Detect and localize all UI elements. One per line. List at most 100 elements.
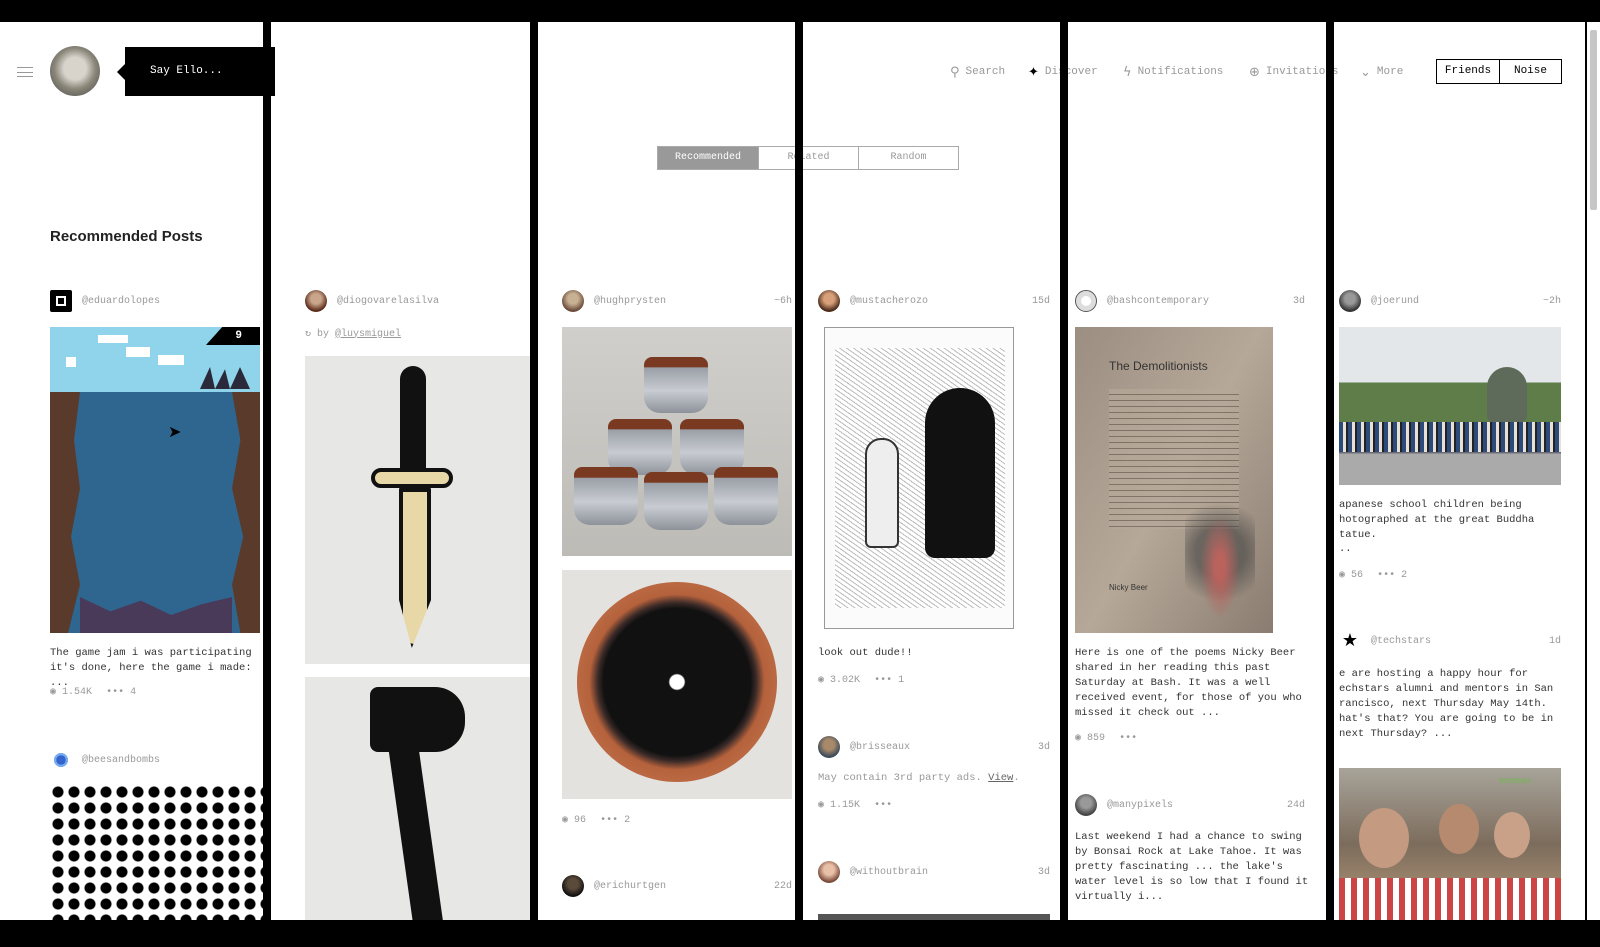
post-time: 1d: [1548, 635, 1561, 647]
ad-notice: May contain 3rd party ads. View.: [818, 772, 1020, 784]
user-avatar: [562, 290, 584, 312]
post-header[interactable]: @manypixels 24d: [1075, 794, 1313, 816]
comments-button[interactable]: •••: [874, 800, 892, 811]
page-scrollbar[interactable]: [1587, 22, 1600, 920]
username: @manypixels: [1107, 799, 1174, 811]
view-ad-link[interactable]: View: [988, 772, 1013, 784]
post-header[interactable]: @brisseaux 3d: [818, 736, 1050, 758]
comments-count[interactable]: ••• 2: [1377, 570, 1407, 581]
column-divider: [1326, 22, 1334, 920]
poem-author: Nicky Beer: [1109, 583, 1148, 592]
post-text: e are hosting a happy hour for echstars …: [1339, 668, 1554, 740]
views-count[interactable]: ◉ 1.54K: [50, 686, 92, 698]
user-avatar: [305, 290, 327, 312]
post-image-bowl[interactable]: [562, 570, 792, 799]
views-count[interactable]: ◉ 859: [1075, 732, 1105, 744]
comments-button[interactable]: •••: [1119, 733, 1137, 744]
cursor-icon: ➤: [168, 422, 182, 441]
eye-icon: ◉: [1075, 733, 1082, 744]
post-header[interactable]: ★ @techstars 1d: [1339, 630, 1561, 652]
username: @beesandbombs: [82, 754, 161, 766]
dots-icon: •••: [1119, 732, 1138, 744]
post-column-4: @mustacherozo 15d look out dude!! ◉ 3.02…: [818, 22, 1050, 920]
repost-icon: ↻: [305, 329, 312, 340]
post-header[interactable]: @beesandbombs: [50, 749, 263, 771]
comments-count[interactable]: ••• 1: [874, 675, 904, 686]
views-count[interactable]: ◉ 96: [562, 814, 586, 826]
post-meta: ◉ 3.02K ••• 1: [818, 674, 904, 687]
post-meta: ◉ 1.15K •••: [818, 799, 892, 812]
comments-count[interactable]: ••• 4: [106, 687, 136, 698]
username: @eduardolopes: [82, 295, 161, 307]
post-image-pattern[interactable]: [50, 784, 263, 920]
post-header[interactable]: @hughprysten ~6h: [562, 290, 792, 312]
username: @diogovarelasilva: [337, 295, 440, 307]
views-count[interactable]: ◉ 56: [1339, 569, 1363, 581]
user-avatar: [818, 736, 840, 758]
user-avatar: [562, 875, 584, 897]
post-image-illustration[interactable]: [824, 327, 1014, 629]
repost-user-link[interactable]: @luysmiguel: [335, 329, 401, 340]
post-image-buddha[interactable]: [1339, 327, 1561, 485]
post-image-poem[interactable]: The Demolitionists Nicky Beer: [1075, 327, 1273, 633]
read-more-link[interactable]: ..: [1339, 542, 1352, 557]
post-image-techstars[interactable]: techstars: [1339, 768, 1561, 920]
views-count[interactable]: ◉ 3.02K: [818, 674, 860, 686]
post-time: 24d: [1286, 799, 1305, 811]
repost-line: ↻ by @luysmiguel: [305, 328, 401, 341]
post-time: 3d: [1292, 295, 1305, 307]
post-column-5: @bashcontemporary 3d The Demolitionists …: [1075, 22, 1313, 920]
column-divider: [263, 22, 271, 920]
post-time: 22d: [773, 880, 792, 892]
username: @joerund: [1371, 295, 1420, 307]
user-avatar: [1339, 290, 1361, 312]
user-avatar: [50, 749, 72, 771]
scrollbar-thumb[interactable]: [1590, 30, 1597, 210]
post-column-6: @joerund ~2h apanese school children bei…: [1339, 22, 1561, 920]
eye-icon: ◉: [818, 675, 825, 686]
dots-icon: •••: [1377, 569, 1396, 581]
star-icon: ★: [1339, 630, 1361, 652]
techstars-photo-label: techstars: [1499, 776, 1532, 785]
dots-icon: •••: [874, 674, 893, 686]
post-image-cups[interactable]: [562, 327, 792, 556]
post-header[interactable]: @joerund ~2h: [1339, 290, 1561, 312]
post-text: Here is one of the poems Nicky Beer shar…: [1075, 647, 1302, 719]
post-meta: ◉ 96 ••• 2: [562, 814, 630, 827]
column-divider: [795, 22, 803, 920]
username: @hughprysten: [594, 295, 667, 307]
post-text: The game jam i was participating it's do…: [50, 647, 252, 689]
username: @withoutbrain: [850, 866, 929, 878]
comments-count[interactable]: ••• 2: [600, 815, 630, 826]
poem-title: The Demolitionists: [1109, 359, 1208, 373]
post-column-3: @hughprysten ~6h ◉ 96 ••• 2 @erichurtgen…: [562, 22, 792, 920]
ello-page: Say Ello... ⚲ Search ✦ Discover ϟ Notifi…: [0, 22, 1585, 920]
post-image-dagger[interactable]: [305, 356, 530, 664]
hamburger-menu-icon[interactable]: [17, 67, 33, 77]
post-header[interactable]: @bashcontemporary 3d: [1075, 290, 1313, 312]
eye-icon: ◉: [562, 815, 569, 826]
user-avatar: [818, 861, 840, 883]
post-meta: ◉ 1.54K ••• 4: [50, 686, 136, 699]
eye-icon: ◉: [1339, 570, 1346, 581]
column-divider: [1060, 22, 1068, 920]
post-time: ~2h: [1542, 295, 1561, 307]
eye-icon: ◉: [50, 687, 57, 698]
post-header[interactable]: @mustacherozo 15d: [818, 290, 1050, 312]
user-avatar: [50, 290, 72, 312]
post-header[interactable]: @erichurtgen 22d: [562, 875, 792, 897]
post-image-game[interactable]: 9 ➤: [50, 327, 260, 633]
user-avatar: [818, 290, 840, 312]
post-meta: ◉ 859 •••: [1075, 732, 1137, 745]
post-header[interactable]: @eduardolopes: [50, 290, 263, 312]
views-count[interactable]: ◉ 1.15K: [818, 799, 860, 811]
post-column-2: @diogovarelasilva ↻ by @luysmiguel: [305, 22, 530, 920]
post-image-axe[interactable]: [305, 677, 530, 920]
post-header[interactable]: @diogovarelasilva: [305, 290, 530, 312]
dots-icon: •••: [600, 814, 619, 826]
dots-icon: •••: [106, 686, 125, 698]
post-image[interactable]: [818, 914, 1050, 920]
post-header[interactable]: @withoutbrain 3d: [818, 861, 1050, 883]
post-column-1: @eduardolopes 9 ➤ The game jam i was par…: [50, 22, 263, 920]
username: @techstars: [1371, 635, 1432, 647]
